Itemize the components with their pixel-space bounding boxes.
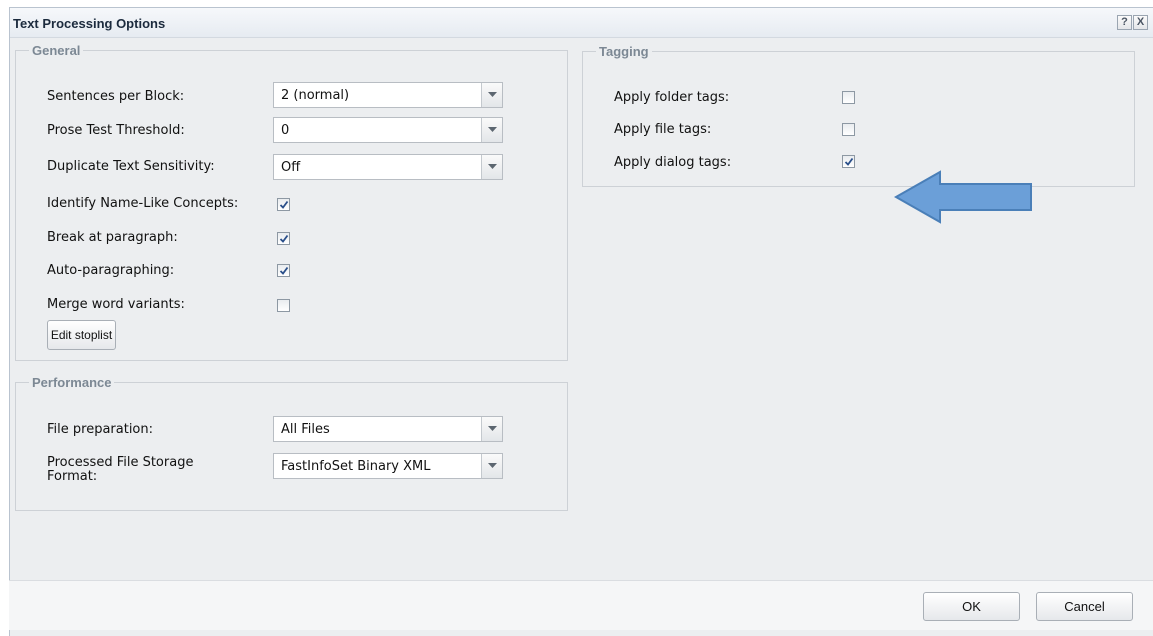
close-icon: X	[1136, 16, 1145, 28]
dialog-title: Text Processing Options	[13, 16, 166, 31]
prose-test-threshold-select[interactable]: 0	[273, 117, 503, 143]
close-button[interactable]: X	[1133, 15, 1148, 30]
merge-word-variants-label: Merge word variants:	[47, 297, 185, 312]
prose-test-threshold-value: 0	[281, 123, 290, 138]
storage-format-label: Processed File Storage Format:	[47, 455, 194, 484]
apply-folder-tags-label: Apply folder tags:	[614, 90, 730, 105]
break-at-paragraph-checkbox[interactable]	[277, 232, 290, 245]
performance-legend: Performance	[32, 375, 112, 390]
storage-format-select[interactable]: FastInfoSet Binary XML	[273, 453, 503, 479]
tagging-legend: Tagging	[599, 44, 649, 59]
chevron-down-icon[interactable]	[481, 118, 502, 142]
apply-file-tags-checkbox[interactable]	[842, 123, 855, 136]
prose-test-threshold-label: Prose Test Threshold:	[47, 123, 185, 138]
annotation-arrow-icon	[893, 170, 1032, 224]
sentences-per-block-value: 2 (normal)	[281, 88, 350, 103]
apply-dialog-tags-checkbox[interactable]	[842, 155, 855, 168]
help-button[interactable]: ?	[1117, 15, 1132, 30]
auto-paragraphing-checkbox[interactable]	[277, 264, 290, 277]
file-preparation-label: File preparation:	[47, 422, 154, 437]
cancel-button[interactable]: Cancel	[1036, 592, 1133, 621]
edit-stoplist-button[interactable]: Edit stoplist	[47, 320, 116, 350]
apply-file-tags-label: Apply file tags:	[614, 122, 712, 137]
chevron-down-icon[interactable]	[481, 83, 502, 107]
chevron-down-icon[interactable]	[481, 454, 502, 478]
performance-group: Performance	[15, 375, 568, 511]
dialog-titlebar[interactable]: Text Processing Options ? X	[10, 8, 1153, 38]
ok-button[interactable]: OK	[923, 592, 1020, 621]
checkmark-icon	[844, 157, 854, 166]
chevron-down-icon[interactable]	[481, 155, 502, 179]
file-preparation-value: All Files	[281, 422, 330, 437]
apply-folder-tags-checkbox[interactable]	[842, 91, 855, 104]
duplicate-text-sensitivity-value: Off	[281, 160, 301, 175]
chevron-down-icon[interactable]	[481, 417, 502, 441]
checkmark-icon	[279, 234, 289, 243]
break-at-paragraph-label: Break at paragraph:	[47, 230, 178, 245]
identify-name-like-label: Identify Name-Like Concepts:	[47, 196, 239, 211]
auto-paragraphing-label: Auto-paragraphing:	[47, 263, 175, 278]
general-legend: General	[32, 43, 81, 58]
help-icon: ?	[1121, 16, 1128, 28]
file-preparation-select[interactable]: All Files	[273, 416, 503, 442]
merge-word-variants-checkbox[interactable]	[277, 299, 290, 312]
duplicate-text-sensitivity-select[interactable]: Off	[273, 154, 503, 180]
identify-name-like-checkbox[interactable]	[277, 198, 290, 211]
duplicate-text-sensitivity-label: Duplicate Text Sensitivity:	[47, 159, 215, 174]
storage-format-value: FastInfoSet Binary XML	[281, 459, 431, 474]
checkmark-icon	[279, 200, 289, 209]
dialog-footer: OK Cancel	[9, 580, 1153, 630]
apply-dialog-tags-label: Apply dialog tags:	[614, 155, 732, 170]
sentences-per-block-label: Sentences per Block:	[47, 89, 185, 104]
checkmark-icon	[279, 266, 289, 275]
sentences-per-block-select[interactable]: 2 (normal)	[273, 82, 503, 108]
